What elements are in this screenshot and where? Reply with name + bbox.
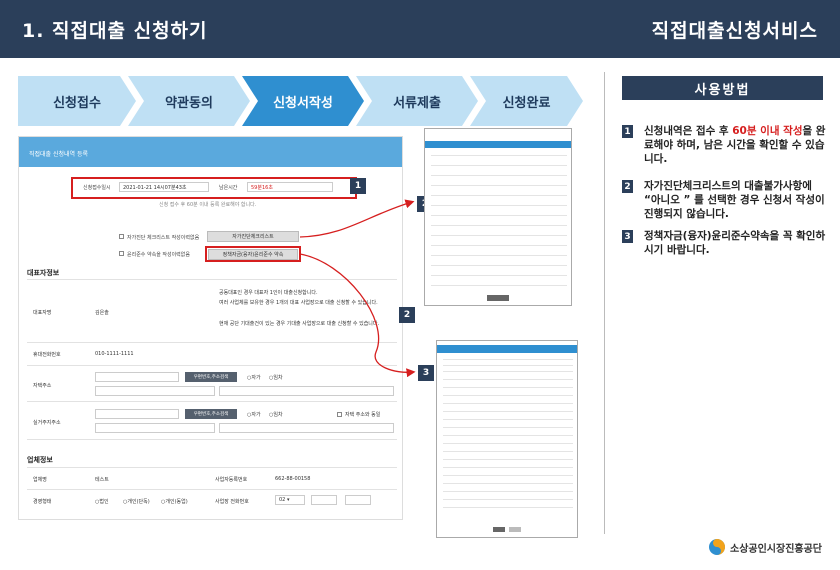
- howto-text-2: 자가진단체크리스트의 대출불가사항에 “아니오 ” 를 선택한 경우 신청서 작…: [644, 180, 825, 220]
- howto-num-3: 3: [622, 230, 633, 243]
- panel-divider: [604, 72, 605, 534]
- howto-item-2: 2 자가진단체크리스트의 대출불가사항에 “아니오 ” 를 선택한 경우 신청서…: [622, 179, 827, 221]
- shot-titlebar: [425, 141, 571, 148]
- shot-agree-button: [493, 527, 505, 532]
- agency-name: 소상공인시장진흥공단: [730, 543, 822, 555]
- shot-cancel-button: [509, 527, 521, 532]
- howto-highlight: 60분 이내 작성: [732, 125, 803, 137]
- howto-num-1: 1: [622, 125, 633, 138]
- agency-emblem-icon: [709, 539, 725, 555]
- arrow-to-checklist: [299, 199, 415, 238]
- arrow-to-ethics: [299, 253, 416, 378]
- ethics-screenshot: [436, 340, 578, 538]
- shot-titlebar: [437, 345, 577, 353]
- howto-item-1: 1 신청내역은 접수 후 60분 이내 작성을 완료해야 하며, 남은 시간을 …: [622, 124, 827, 166]
- agency-logo: 소상공인시장진흥공단: [708, 538, 822, 556]
- howto-item-3: 3 정책자금(융자)윤리준수약속을 꼭 확인하시기 바랍니다.: [622, 229, 827, 257]
- howto-text-1a: 신청내역은 접수 후: [644, 125, 733, 137]
- howto-num-2: 2: [622, 180, 633, 193]
- howto-title: 사용방법: [622, 76, 823, 100]
- checklist-screenshot: [424, 128, 572, 306]
- shot-confirm-button: [487, 295, 509, 301]
- howto-text-3: 정책자금(융자)윤리준수약속을 꼭 확인하시기 바랍니다.: [644, 230, 826, 256]
